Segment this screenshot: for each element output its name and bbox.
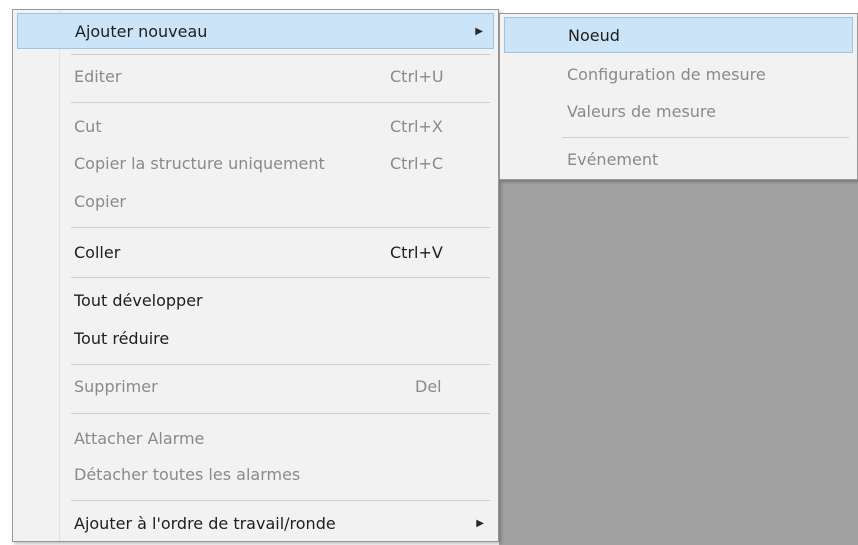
menu-separator	[71, 102, 490, 103]
menu-item-copier[interactable]: Copier	[17, 183, 494, 219]
submenu-item-valeurs-mesure[interactable]: Valeurs de mesure	[504, 93, 853, 129]
submenu-item-noeud[interactable]: Noeud	[504, 17, 853, 53]
menu-item-label: Ajouter nouveau	[75, 21, 208, 41]
menu-item-shortcut: Del	[415, 376, 442, 396]
menu-separator	[71, 54, 490, 55]
context-menu: Ajouter nouveau ▶ Editer Ctrl+U Cut Ctrl…	[12, 9, 499, 542]
menu-item-label: Editer	[74, 66, 122, 86]
submenu-item-label: Configuration de mesure	[567, 64, 766, 84]
menu-separator	[71, 227, 490, 228]
menu-item-cut[interactable]: Cut Ctrl+X	[17, 108, 494, 144]
submenu-item-configuration-mesure[interactable]: Configuration de mesure	[504, 56, 853, 92]
menu-item-label: Copier la structure uniquement	[74, 153, 325, 173]
menu-item-label: Tout réduire	[74, 328, 170, 348]
menu-item-label: Supprimer	[74, 376, 158, 396]
menu-item-label: Tout développer	[74, 290, 203, 310]
submenu-arrow-icon: ▶	[475, 25, 483, 37]
menu-item-label: Attacher Alarme	[74, 428, 205, 448]
menu-item-attacher-alarme[interactable]: Attacher Alarme	[17, 420, 494, 456]
menu-item-tout-developper[interactable]: Tout développer	[17, 282, 494, 318]
submenu-item-label: Valeurs de mesure	[567, 101, 716, 121]
submenu-arrow-icon: ▶	[476, 517, 484, 529]
menu-item-label: Cut	[74, 116, 102, 136]
menu-separator	[71, 277, 490, 278]
menu-item-detacher-alarmes[interactable]: Détacher toutes les alarmes	[17, 456, 494, 492]
menu-item-label: Ajouter à l'ordre de travail/ronde	[74, 513, 336, 533]
menu-item-supprimer[interactable]: Supprimer Del	[17, 368, 494, 404]
menu-item-coller[interactable]: Coller Ctrl+V	[17, 234, 494, 270]
menu-separator	[562, 137, 849, 138]
screen: Ajouter nouveau ▶ Editer Ctrl+U Cut Ctrl…	[0, 0, 858, 545]
menu-separator	[71, 500, 490, 501]
menu-item-ajouter-ordre-travail[interactable]: Ajouter à l'ordre de travail/ronde ▶	[17, 505, 494, 541]
submenu: Noeud Configuration de mesure Valeurs de…	[499, 13, 858, 180]
menu-item-shortcut: Ctrl+X	[390, 116, 443, 136]
submenu-item-evenement[interactable]: Evénement	[504, 141, 853, 177]
menu-item-label: Détacher toutes les alarmes	[74, 464, 301, 484]
menu-item-editer[interactable]: Editer Ctrl+U	[17, 58, 494, 94]
menu-separator	[71, 413, 490, 414]
background-panel	[499, 180, 858, 545]
menu-item-shortcut: Ctrl+C	[390, 153, 444, 173]
submenu-item-label: Evénement	[567, 149, 659, 169]
menu-item-shortcut: Ctrl+V	[390, 242, 443, 262]
menu-item-label: Coller	[74, 242, 121, 262]
menu-item-tout-reduire[interactable]: Tout réduire	[17, 320, 494, 356]
menu-item-copier-structure[interactable]: Copier la structure uniquement Ctrl+C	[17, 145, 494, 181]
submenu-item-label: Noeud	[568, 25, 620, 45]
menu-item-label: Copier	[74, 191, 126, 211]
menu-item-shortcut: Ctrl+U	[390, 66, 444, 86]
menu-item-ajouter-nouveau[interactable]: Ajouter nouveau ▶	[17, 13, 494, 49]
menu-separator	[71, 364, 490, 365]
